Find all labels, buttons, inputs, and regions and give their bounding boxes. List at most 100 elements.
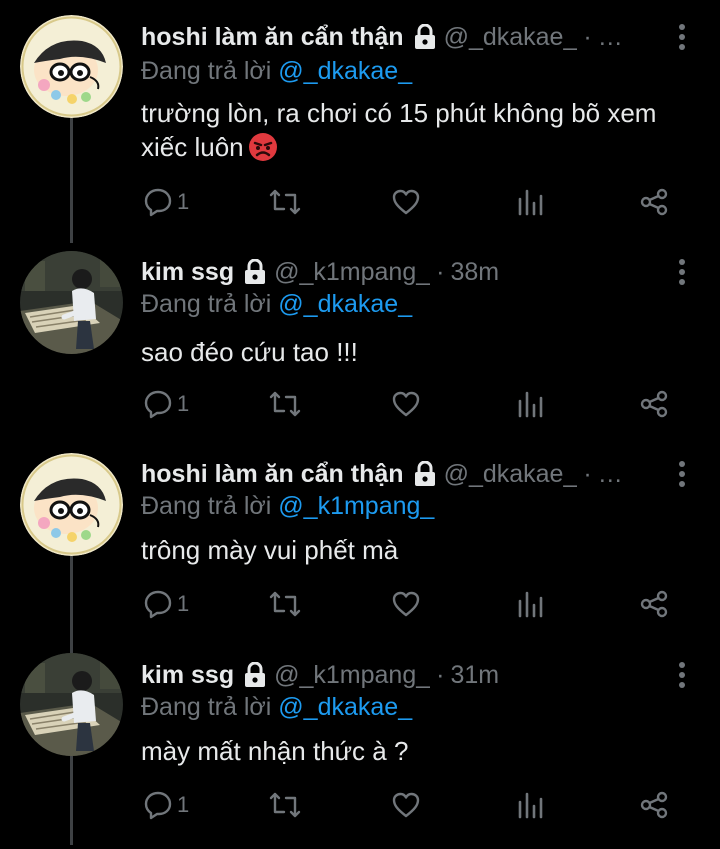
reply-count: 1 [177,792,190,817]
mention-link[interactable]: @_dkakae_ [278,693,412,721]
tweet-actions: 1 [141,586,681,622]
lock-icon [245,662,266,687]
tweet[interactable]: kim ssg @_k1mpang_ · 31m Đang trả lời @_… [0,647,720,849]
retweet-icon [269,391,301,417]
mention-link[interactable]: @_dkakae_ [278,290,412,318]
tweet-text: trường lòn, ra chơi có 15 phút không bõ … [141,96,694,164]
heart-icon [392,792,420,818]
analytics-icon [518,391,543,418]
retweet-button[interactable] [269,386,301,422]
avatar[interactable] [20,15,123,118]
like-button[interactable] [391,386,421,422]
like-button[interactable] [391,184,421,220]
display-name[interactable]: hoshi làm ăn cẩn thận [141,22,404,52]
lock-icon [245,259,266,284]
mention-link[interactable]: @_dkakae_ [278,57,412,85]
timestamp[interactable]: 31m [450,660,499,690]
retweet-icon [269,792,301,818]
share-icon [640,188,668,216]
heart-icon [392,189,420,215]
tweet-text-body: trông mày vui phết mà [141,535,399,565]
replying-prefix: Đang trả lời [141,290,272,318]
retweet-button[interactable] [269,586,301,622]
views-button[interactable] [517,586,545,622]
timestamp[interactable]: 38m [450,257,499,287]
avatar[interactable] [20,251,123,354]
tweet[interactable]: hoshi làm ăn cẩn thận @_dkakae_ · … Đang… [0,0,720,243]
tweet[interactable]: kim ssg @_k1mpang_ · 38m Đang trả lời @_… [0,243,720,445]
display-name[interactable]: kim ssg [141,660,234,690]
heart-icon [392,391,420,417]
share-button[interactable] [639,386,669,422]
views-button[interactable] [517,787,545,823]
analytics-icon [518,792,543,819]
analytics-icon [518,591,543,618]
tweet-actions: 1 [141,787,681,823]
reply-icon [144,590,172,619]
replying-to: Đang trả lời @_dkakae_ [141,289,412,319]
reply-icon [144,188,172,217]
views-button[interactable] [517,386,545,422]
tweet-header: kim ssg @_k1mpang_ · 31m [141,660,694,690]
handle[interactable]: @_dkakae_ [444,22,578,52]
views-button[interactable] [517,184,545,220]
display-name[interactable]: kim ssg [141,257,234,287]
tweet-actions: 1 [141,386,681,422]
handle[interactable]: @_k1mpang_ [274,660,430,690]
retweet-button[interactable] [269,787,301,823]
reply-count: 1 [177,591,190,616]
thread-connector-line [70,108,73,243]
timestamp[interactable]: … [598,459,623,489]
tweet-text: sao đéo cứu tao !!! [141,335,694,369]
share-button[interactable] [639,184,669,220]
reply-button[interactable]: 1 [143,787,189,823]
replying-to: Đang trả lời @_dkakae_ [141,692,412,722]
tweet-header: hoshi làm ăn cẩn thận @_dkakae_ · … [141,459,694,489]
handle[interactable]: @_dkakae_ [444,459,578,489]
replying-to: Đang trả lời @_k1mpang_ [141,491,434,521]
share-icon [640,390,668,418]
more-options-icon[interactable] [678,662,686,688]
timestamp[interactable]: … [598,22,623,52]
retweet-icon [269,591,301,617]
separator: · [583,460,592,488]
separator: · [583,23,592,51]
avatar[interactable] [20,453,123,556]
display-name[interactable]: hoshi làm ăn cẩn thận [141,459,404,489]
retweet-button[interactable] [269,184,301,220]
separator: · [436,661,445,689]
avatar[interactable] [20,653,123,756]
reply-button[interactable]: 1 [143,184,189,220]
tweet-text-body: sao đéo cứu tao !!! [141,337,358,367]
tweet-text-body: mày mất nhận thức à ? [141,736,409,766]
lock-icon [414,461,435,486]
retweet-icon [269,189,301,215]
analytics-icon [518,189,543,216]
reply-icon [144,390,172,419]
share-button[interactable] [639,787,669,823]
tweet-header: hoshi làm ăn cẩn thận @_dkakae_ · … [141,22,694,52]
tweet[interactable]: hoshi làm ăn cẩn thận @_dkakae_ · … Đang… [0,445,720,647]
handle[interactable]: @_k1mpang_ [274,257,430,287]
replying-prefix: Đang trả lời [141,57,272,85]
like-button[interactable] [391,586,421,622]
angry-face-icon [248,133,277,161]
shinchan-avatar-image [20,453,123,556]
more-options-icon[interactable] [678,259,686,285]
tweet-text: trông mày vui phết mà [141,533,694,567]
tweet-text: mày mất nhận thức à ? [141,734,694,768]
separator: · [436,258,445,286]
mention-link[interactable]: @_k1mpang_ [278,492,434,520]
tweet-actions: 1 [141,184,681,220]
share-button[interactable] [639,586,669,622]
more-options-icon[interactable] [678,24,686,50]
ghibli-boy-avatar-image [20,653,123,756]
lock-icon [414,24,435,49]
reply-button[interactable]: 1 [143,386,189,422]
like-button[interactable] [391,787,421,823]
reply-button[interactable]: 1 [143,586,189,622]
reply-count: 1 [177,189,190,214]
more-options-icon[interactable] [678,461,686,487]
thread-connector-line [70,755,73,845]
tweet-header: kim ssg @_k1mpang_ · 38m [141,257,694,287]
